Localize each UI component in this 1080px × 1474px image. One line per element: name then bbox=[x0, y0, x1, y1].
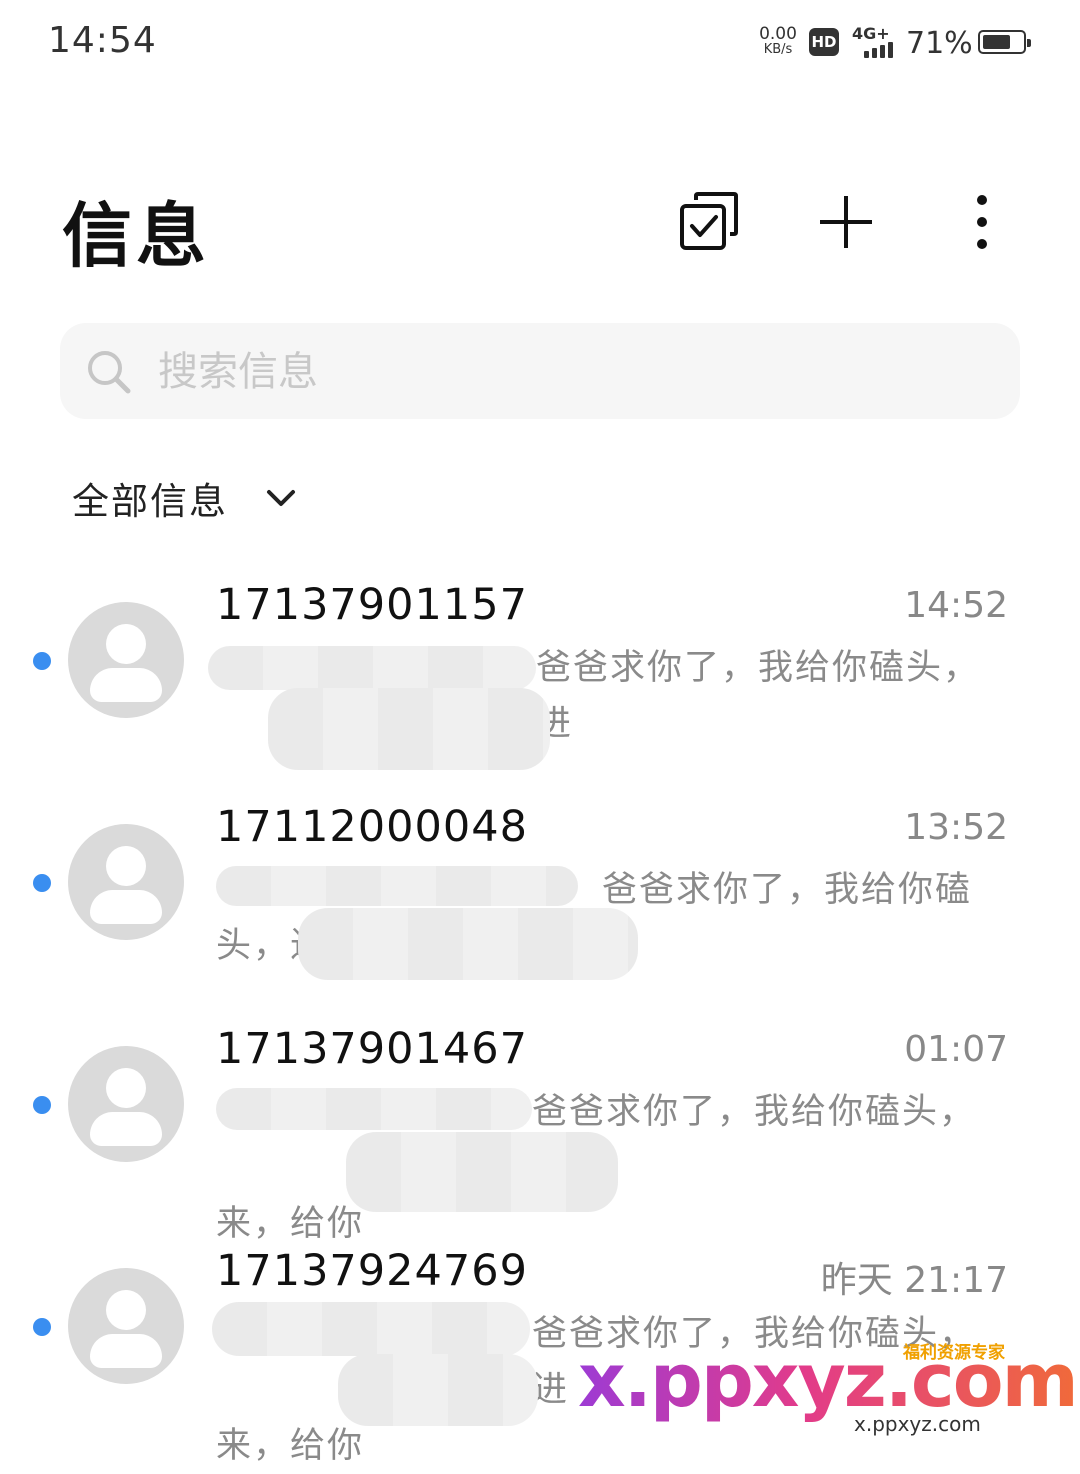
network-speed: 0.00 KB/s bbox=[756, 26, 800, 58]
unread-dot bbox=[33, 1096, 51, 1114]
conversation-item[interactable]: 17112000048 13:52 爸爸求你了，我给你磕 头，进 bbox=[0, 782, 1080, 1004]
status-bar: 14:54 0.00 KB/s HD 4G+ 71% bbox=[0, 0, 1080, 90]
watermark-url: x.ppxyz.com bbox=[850, 1412, 985, 1436]
redacted-area bbox=[268, 688, 550, 770]
message-time: 13:52 bbox=[904, 807, 1008, 848]
sender-number: 17112000048 bbox=[216, 802, 528, 852]
redacted-area bbox=[212, 1302, 530, 1356]
chevron-down-icon bbox=[267, 490, 295, 506]
message-time: 01:07 bbox=[904, 1029, 1008, 1070]
redacted-area bbox=[346, 1132, 618, 1212]
avatar bbox=[68, 602, 184, 718]
battery-icon bbox=[978, 30, 1031, 54]
redacted-area bbox=[208, 646, 536, 690]
network-type: 4G+ bbox=[852, 24, 890, 43]
unread-dot bbox=[33, 874, 51, 892]
signal-icon: 4G+ bbox=[850, 24, 902, 60]
sender-number: 17137901157 bbox=[216, 580, 528, 630]
network-speed-value: 0.00 bbox=[759, 24, 797, 44]
redacted-area bbox=[216, 866, 578, 906]
unread-dot bbox=[33, 652, 51, 670]
message-time: 14:52 bbox=[904, 585, 1008, 626]
sender-number: 17137901467 bbox=[216, 1024, 528, 1074]
avatar bbox=[68, 824, 184, 940]
batch-select-button[interactable] bbox=[678, 190, 742, 254]
conversation-item[interactable]: 17137901467 01:07 爸爸求你了，我给你磕头，进 来，给你 bbox=[0, 1004, 1080, 1244]
status-time: 14:54 bbox=[48, 20, 157, 61]
watermark-tag: 福利资源专家 bbox=[903, 1343, 1005, 1363]
conversation-item[interactable]: 17137901157 14:52 爸爸求你了，我给你磕头，进 bbox=[0, 560, 1080, 782]
unread-dot bbox=[33, 1318, 51, 1336]
redacted-area bbox=[298, 908, 638, 980]
network-speed-unit: KB/s bbox=[763, 42, 793, 57]
page-title: 信息 bbox=[62, 195, 210, 277]
search-icon bbox=[88, 351, 131, 394]
sender-number: 17137924769 bbox=[216, 1246, 528, 1296]
avatar bbox=[68, 1268, 184, 1384]
search-bar[interactable] bbox=[60, 323, 1020, 419]
redacted-area bbox=[216, 1088, 532, 1130]
filter-label: 全部信息 bbox=[72, 480, 228, 523]
battery-percent: 71% bbox=[906, 26, 973, 61]
redacted-area bbox=[338, 1354, 538, 1426]
hd-badge: HD bbox=[809, 28, 839, 56]
search-input[interactable] bbox=[156, 341, 980, 403]
avatar bbox=[68, 1046, 184, 1162]
new-message-button[interactable] bbox=[814, 190, 878, 254]
plus-icon bbox=[820, 196, 872, 248]
watermark: x.ppxyz.com 福利资源专家 x.ppxyz.com bbox=[578, 1338, 1079, 1448]
message-time: 昨天 21:17 bbox=[820, 1260, 1008, 1301]
more-vertical-icon bbox=[977, 195, 987, 249]
message-filter-dropdown[interactable]: 全部信息 bbox=[72, 470, 296, 526]
checkbox-square-icon bbox=[680, 192, 738, 250]
more-options-button[interactable] bbox=[950, 190, 1014, 254]
